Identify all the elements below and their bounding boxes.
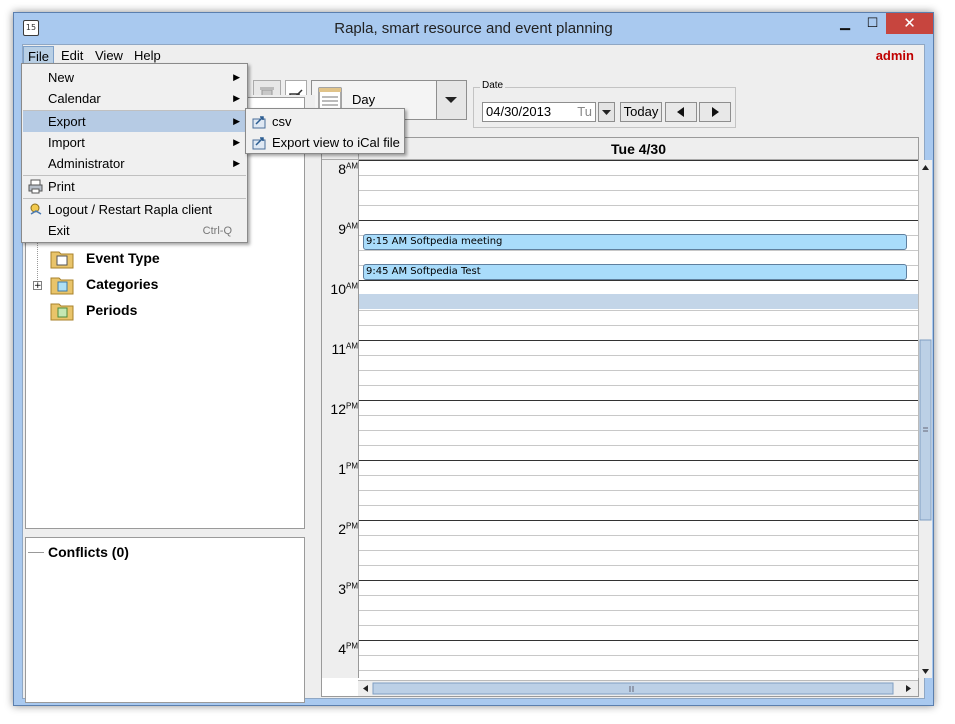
previous-button[interactable] <box>665 102 697 122</box>
menu-item-administrator[interactable]: Administrator ▶ <box>23 153 246 174</box>
chevron-down-icon <box>602 110 611 115</box>
close-button[interactable]: ✕ <box>886 13 933 34</box>
tree-expander[interactable]: + <box>33 281 42 291</box>
conflicts-panel[interactable]: Conflicts (0) <box>25 537 305 703</box>
menu-item-print[interactable]: Print <box>23 176 246 197</box>
view-selected-label: Day <box>352 92 376 107</box>
submenu-arrow-icon: ▶ <box>233 72 240 82</box>
menu-item-calendar[interactable]: Calendar ▶ <box>23 88 246 109</box>
submenu-arrow-icon: ▶ <box>233 137 240 147</box>
folder-icon <box>50 303 74 321</box>
hour-label-1pm: 1PM <box>338 461 358 477</box>
print-icon <box>28 179 43 194</box>
arrow-left-icon <box>677 107 684 117</box>
hour-label-2pm: 2PM <box>338 521 358 537</box>
time-grid[interactable]: 9:15 AM Softpedia meeting 9:45 AM Softpe… <box>359 160 919 678</box>
export-icon <box>252 137 266 150</box>
folder-icon <box>50 277 74 295</box>
hour-label-9am: 9AM <box>338 221 358 237</box>
calendar-day-view: Tue 4/30 8AM 9AM 10AM 11AM 12PM 1PM 2PM … <box>321 137 932 697</box>
export-icon <box>252 116 266 129</box>
tree-guide-line <box>28 552 44 553</box>
date-picker-button[interactable] <box>598 102 615 122</box>
menu-item-export[interactable]: Export ▶ <box>23 111 246 132</box>
maximize-button[interactable]: ☐ <box>859 13 886 34</box>
hour-label-10am: 10AM <box>330 281 358 297</box>
event-block[interactable]: 9:45 AM Softpedia Test <box>363 264 907 280</box>
file-menu-dropdown: New ▶ Calendar ▶ Export ▶ Import ▶ Administr… <box>21 63 248 243</box>
today-button[interactable]: Today <box>620 102 662 122</box>
submenu-arrow-icon: ▶ <box>233 158 240 168</box>
export-submenu: csv Export view to iCal file <box>245 108 405 154</box>
scrollbar-graphics <box>363 682 911 695</box>
conflicts-label: Conflicts (0) <box>48 544 129 560</box>
chevron-down-icon <box>445 97 457 103</box>
menu-item-export-ical[interactable]: Export view to iCal file <box>247 132 403 153</box>
hour-label-11am: 11AM <box>331 341 358 357</box>
menu-item-csv[interactable]: csv <box>247 111 403 132</box>
tree-item-label: Categories <box>86 276 159 292</box>
horizontal-scrollbar[interactable] <box>358 680 918 696</box>
date-value: 04/30/2013 <box>486 104 552 119</box>
selected-slot[interactable] <box>359 294 919 309</box>
hour-label-4pm: 4PM <box>338 641 358 657</box>
arrow-right-icon <box>712 107 719 117</box>
event-block[interactable]: 9:15 AM Softpedia meeting <box>363 234 907 250</box>
view-dropdown-button[interactable] <box>436 81 466 119</box>
date-weekday: Tu <box>577 104 592 119</box>
submenu-arrow-icon: ▶ <box>233 116 240 126</box>
logout-icon <box>30 203 42 215</box>
scrollbar-graphics <box>919 165 932 674</box>
date-field[interactable]: 04/30/2013 Tu <box>482 102 596 122</box>
minimize-button[interactable]: ▁ <box>831 13 859 34</box>
day-header[interactable]: Tue 4/30 <box>358 138 918 160</box>
hour-label-12pm: 12PM <box>330 401 358 417</box>
shortcut-label: Ctrl-Q <box>202 225 232 237</box>
hour-label-3pm: 3PM <box>338 581 358 597</box>
vertical-scrollbar[interactable] <box>918 160 932 678</box>
tree-item-label: Periods <box>86 302 138 318</box>
folder-icon <box>50 251 74 269</box>
date-group: Date 04/30/2013 Tu Today <box>473 80 736 128</box>
menu-item-logout[interactable]: Logout / Restart Rapla client <box>23 199 246 220</box>
tree-item-label: Event Type <box>86 250 160 266</box>
window-title: Rapla, smart resource and event planning <box>334 20 613 37</box>
title-bar[interactable]: 15 Rapla, smart resource and event plann… <box>14 13 933 44</box>
date-legend: Date <box>480 80 506 91</box>
time-column: 8AM 9AM 10AM 11AM 12PM 1PM 2PM 3PM 4PM <box>322 160 359 678</box>
submenu-arrow-icon: ▶ <box>233 93 240 103</box>
menu-item-new[interactable]: New ▶ <box>23 67 246 88</box>
menu-item-exit[interactable]: Exit Ctrl-Q <box>23 220 246 241</box>
current-user-label[interactable]: admin <box>876 46 914 65</box>
menu-item-import[interactable]: Import ▶ <box>23 132 246 153</box>
next-button[interactable] <box>699 102 731 122</box>
hour-label-8am: 8AM <box>338 161 358 177</box>
